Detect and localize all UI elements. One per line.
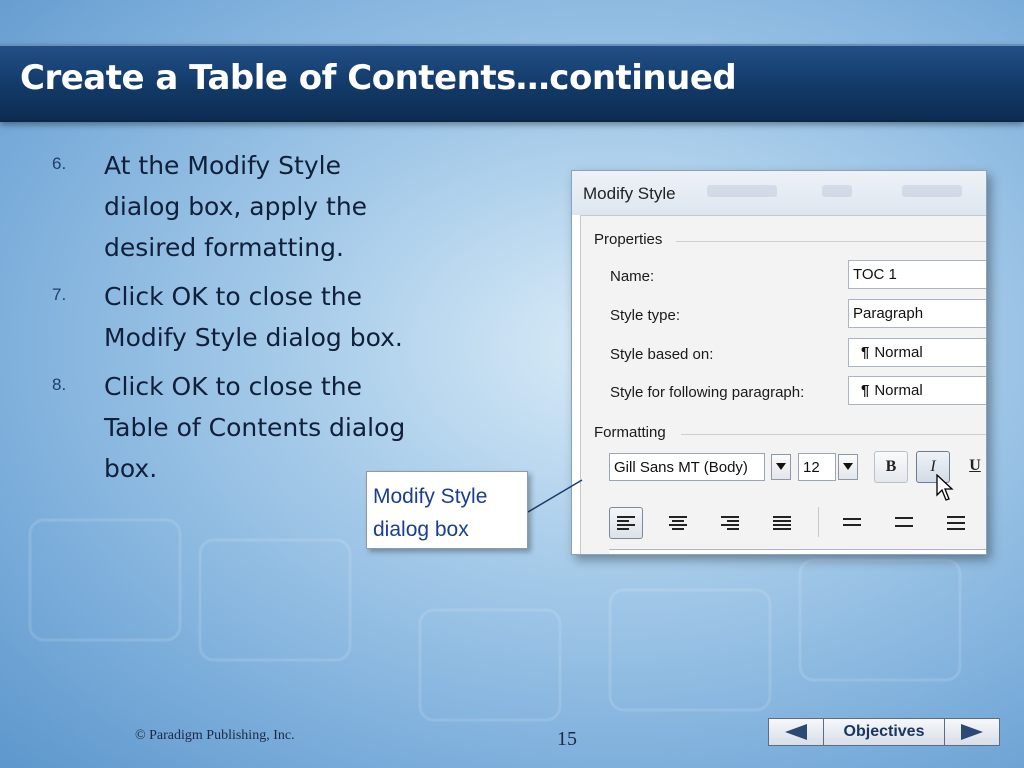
modify-style-dialog-screenshot: Modify Style Properties Name: TOC 1 Styl…: [571, 170, 987, 555]
formatting-group-label: Formatting: [594, 424, 666, 441]
name-label: Name:: [610, 268, 655, 285]
footer-copyright: © Paradigm Publishing, Inc.: [135, 728, 295, 743]
mouse-cursor-icon: [936, 474, 954, 501]
pilcrow-icon: ¶: [861, 344, 870, 361]
preview-area: [609, 549, 986, 554]
line-spacing-icon: [895, 517, 913, 527]
dialog-titlebar: Modify Style: [572, 171, 986, 215]
font-size-select[interactable]: 12: [798, 453, 836, 481]
single-spacing-button[interactable]: [835, 507, 869, 539]
justify-button[interactable]: [765, 507, 799, 539]
justify-icon: [773, 516, 791, 530]
following-paragraph-value: Normal: [874, 382, 923, 399]
align-right-icon: [721, 516, 739, 530]
step-number: 7.: [52, 285, 67, 304]
following-paragraph-label: Style for following paragraph:: [610, 384, 805, 401]
style-based-on-select[interactable]: ¶ Normal: [848, 338, 986, 367]
step-text: At the Modify Style dialog box, apply th…: [104, 151, 368, 262]
bold-button[interactable]: B: [874, 451, 908, 483]
blurred-background-tab: [902, 185, 962, 197]
style-type-label: Style type:: [610, 307, 681, 324]
slide-title: Create a Table of Contents…continued: [20, 58, 737, 98]
next-button[interactable]: [944, 718, 1000, 746]
align-center-icon: [669, 516, 687, 530]
divider: [681, 434, 986, 435]
font-size-dropdown-button[interactable]: [838, 454, 858, 480]
style-based-on-label: Style based on:: [610, 346, 714, 363]
objectives-button[interactable]: Objectives: [824, 718, 944, 746]
slide-navigation: Objectives: [768, 718, 1000, 748]
name-field[interactable]: TOC 1: [848, 260, 986, 289]
previous-button[interactable]: [768, 718, 824, 746]
step-item: 7. Click OK to close the Modify Style di…: [52, 276, 412, 358]
style-based-on-value: Normal: [874, 344, 923, 361]
font-select[interactable]: Gill Sans MT (Body): [609, 453, 765, 481]
chevron-down-icon: [776, 463, 786, 470]
blurred-background-icon: [822, 185, 852, 197]
pilcrow-icon: ¶: [861, 382, 870, 399]
align-right-button[interactable]: [713, 507, 747, 539]
steps-list: 6. At the Modify Style dialog box, apply…: [52, 145, 412, 497]
chevron-down-icon: [843, 463, 853, 470]
font-dropdown-button[interactable]: [771, 454, 791, 480]
dialog-title: Modify Style: [583, 184, 676, 203]
name-value: TOC 1: [853, 266, 897, 283]
blurred-background-tab: [707, 185, 777, 197]
step-text: Click OK to close the Modify Style dialo…: [104, 282, 403, 352]
arrow-left-icon: [785, 724, 807, 740]
step-item: 6. At the Modify Style dialog box, apply…: [52, 145, 412, 268]
step-item: 8. Click OK to close the Table of Conten…: [52, 366, 412, 489]
underline-button[interactable]: U: [958, 451, 986, 483]
double-spacing-button[interactable]: [939, 507, 973, 539]
toolbar-separator: [818, 507, 819, 537]
line-spacing-icon: [947, 516, 965, 530]
style-type-select[interactable]: Paragraph: [848, 299, 986, 328]
font-size-value: 12: [803, 459, 820, 476]
arrow-right-icon: [961, 724, 983, 740]
align-left-button[interactable]: [609, 507, 643, 539]
callout-label: Modify Style dialog box: [366, 471, 528, 549]
divider: [676, 241, 986, 242]
step-number: 6.: [52, 154, 67, 173]
step-number: 8.: [52, 375, 67, 394]
following-paragraph-select[interactable]: ¶ Normal: [848, 376, 986, 405]
font-value: Gill Sans MT (Body): [614, 459, 748, 476]
line-spacing-icon: [843, 518, 861, 526]
properties-group-label: Properties: [594, 231, 663, 248]
style-type-value: Paragraph: [853, 305, 924, 322]
title-bar: Create a Table of Contents…continued: [0, 44, 1024, 122]
page-number: 15: [557, 728, 577, 750]
one-half-spacing-button[interactable]: [887, 507, 921, 539]
align-center-button[interactable]: [661, 507, 695, 539]
dialog-body: Properties Name: TOC 1 Style type: Parag…: [580, 215, 986, 554]
align-left-icon: [617, 516, 635, 530]
